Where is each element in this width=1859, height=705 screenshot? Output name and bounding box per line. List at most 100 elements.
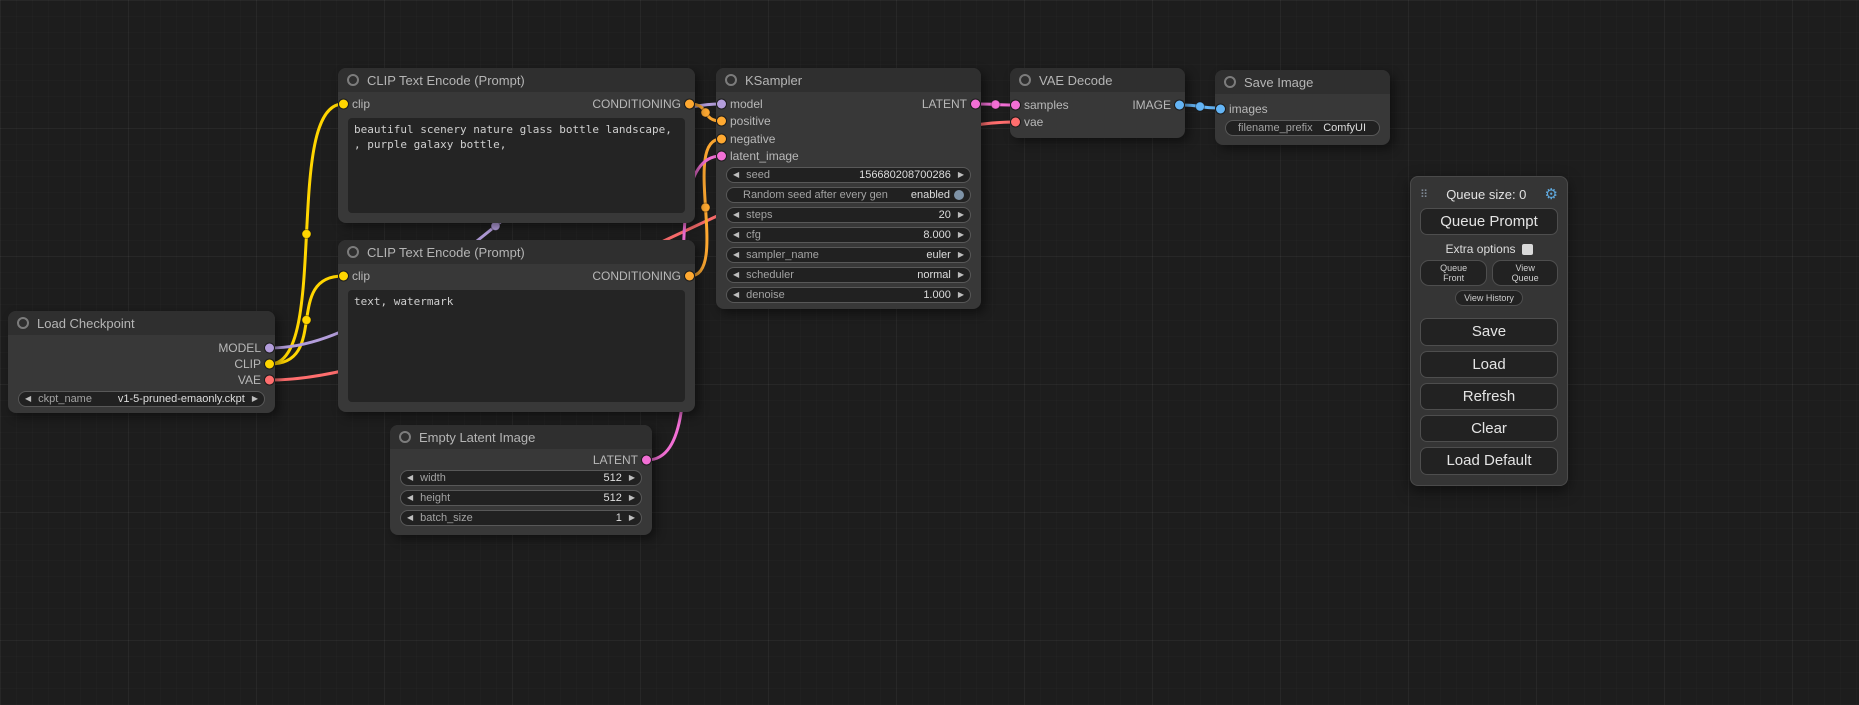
widget-filename-prefix[interactable]: filename_prefix ComfyUI [1225,120,1380,136]
decrement-arrow-icon[interactable]: ◀ [25,395,31,403]
input-slot-samples[interactable] [1011,100,1020,109]
node-title: VAE Decode [1039,73,1112,88]
increment-arrow-icon[interactable]: ▶ [958,211,964,219]
drag-handle-icon[interactable]: ⠿ [1420,188,1428,201]
input-label-clip: clip [352,97,370,111]
output-slot-vae[interactable] [265,376,274,385]
node-vae-decode[interactable]: VAE Decode samples IMAGE vae [1010,68,1185,138]
widget-label: batch_size [420,512,473,524]
input-label-clip: clip [352,269,370,283]
increment-arrow-icon[interactable]: ▶ [958,271,964,279]
widget-value: ComfyUI [1323,122,1366,134]
node-empty-latent-image[interactable]: Empty Latent Image LATENT ◀ width 512 ▶ … [390,425,652,535]
node-save-image[interactable]: Save Image images filename_prefix ComfyU… [1215,70,1390,145]
collapse-dot-icon[interactable] [725,74,737,86]
increment-arrow-icon[interactable]: ▶ [958,251,964,259]
widget-label: ckpt_name [38,393,92,405]
input-slot-negative[interactable] [717,134,726,143]
output-slot-model[interactable] [265,344,274,353]
decrement-arrow-icon[interactable]: ◀ [733,211,739,219]
increment-arrow-icon[interactable]: ▶ [629,514,635,522]
input-slot-clip[interactable] [339,272,348,281]
link-image-to-save-image [1180,102,1220,111]
decrement-arrow-icon[interactable]: ◀ [407,514,413,522]
increment-arrow-icon[interactable]: ▶ [252,395,258,403]
refresh-button[interactable]: Refresh [1420,383,1558,410]
view-queue-button[interactable]: View Queue [1492,260,1558,286]
decrement-arrow-icon[interactable]: ◀ [733,271,739,279]
widget-random-seed-toggle[interactable]: Random seed after every gen enabled [726,187,971,203]
collapse-dot-icon[interactable] [1224,76,1236,88]
widget-ckpt-name[interactable]: ◀ ckpt_name v1-5-pruned-emaonly.ckpt ▶ [18,391,265,407]
prompt-textarea[interactable]: beautiful scenery nature glass bottle la… [348,118,685,213]
widget-height[interactable]: ◀ height 512 ▶ [400,490,642,506]
decrement-arrow-icon[interactable]: ◀ [407,494,413,502]
node-titlebar[interactable]: Empty Latent Image [390,425,652,449]
widget-scheduler[interactable]: ◀ scheduler normal ▶ [726,267,971,283]
collapse-dot-icon[interactable] [399,431,411,443]
widget-width[interactable]: ◀ width 512 ▶ [400,470,642,486]
output-slot-conditioning[interactable] [685,100,694,109]
increment-arrow-icon[interactable]: ▶ [958,171,964,179]
input-slot-images[interactable] [1216,104,1225,113]
queue-prompt-button[interactable]: Queue Prompt [1420,208,1558,235]
clear-button[interactable]: Clear [1420,415,1558,442]
collapse-dot-icon[interactable] [347,74,359,86]
collapse-dot-icon[interactable] [347,246,359,258]
load-default-button[interactable]: Load Default [1420,447,1558,474]
widget-seed[interactable]: ◀ seed 156680208700286 ▶ [726,167,971,183]
output-slot-conditioning[interactable] [685,272,694,281]
settings-gear-icon[interactable]: ⚙ [1545,185,1558,203]
output-label-conditioning: CONDITIONING [592,97,681,111]
load-button[interactable]: Load [1420,351,1558,378]
input-slot-latent-image[interactable] [717,152,726,161]
node-titlebar[interactable]: CLIP Text Encode (Prompt) [338,68,695,92]
decrement-arrow-icon[interactable]: ◀ [733,231,739,239]
extra-options-checkbox[interactable] [1522,244,1533,255]
collapse-dot-icon[interactable] [17,317,29,329]
increment-arrow-icon[interactable]: ▶ [629,494,635,502]
node-titlebar[interactable]: VAE Decode [1010,68,1185,92]
view-history-button[interactable]: View History [1455,290,1523,306]
input-label-negative: negative [730,132,775,146]
save-button[interactable]: Save [1420,318,1558,345]
node-clip-text-encode-negative[interactable]: CLIP Text Encode (Prompt) clip CONDITION… [338,240,695,412]
decrement-arrow-icon[interactable]: ◀ [733,251,739,259]
input-slot-model[interactable] [717,99,726,108]
node-clip-text-encode-positive[interactable]: CLIP Text Encode (Prompt) clip CONDITION… [338,68,695,223]
output-slot-image[interactable] [1175,100,1184,109]
node-title: Empty Latent Image [419,430,535,445]
widget-sampler-name[interactable]: ◀ sampler_name euler ▶ [726,247,971,263]
output-slot-latent[interactable] [642,456,651,465]
widget-steps[interactable]: ◀ steps 20 ▶ [726,207,971,223]
increment-arrow-icon[interactable]: ▶ [958,291,964,299]
decrement-arrow-icon[interactable]: ◀ [733,291,739,299]
widget-label: cfg [746,229,761,241]
toggle-knob-icon[interactable] [954,190,964,200]
queue-front-button[interactable]: Queue Front [1420,260,1487,286]
input-slot-positive[interactable] [717,117,726,126]
decrement-arrow-icon[interactable]: ◀ [733,171,739,179]
widget-batch-size[interactable]: ◀ batch_size 1 ▶ [400,510,642,526]
node-titlebar[interactable]: Load Checkpoint [8,311,275,335]
input-slot-clip[interactable] [339,100,348,109]
input-slot-vae[interactable] [1011,118,1020,127]
node-titlebar[interactable]: KSampler [716,68,981,92]
node-load-checkpoint[interactable]: Load Checkpoint MODEL CLIP VAE ◀ ckpt_na… [8,311,275,413]
node-titlebar[interactable]: Save Image [1215,70,1390,94]
increment-arrow-icon[interactable]: ▶ [629,474,635,482]
output-slot-latent[interactable] [971,99,980,108]
decrement-arrow-icon[interactable]: ◀ [407,474,413,482]
node-titlebar[interactable]: CLIP Text Encode (Prompt) [338,240,695,264]
node-ksampler[interactable]: KSampler model LATENT positive negative … [716,68,981,309]
widget-denoise[interactable]: ◀ denoise 1.000 ▶ [726,287,971,303]
widget-label: filename_prefix [1238,122,1313,134]
widget-value: 1.000 [923,289,951,301]
prompt-textarea[interactable]: text, watermark [348,290,685,402]
widget-cfg[interactable]: ◀ cfg 8.000 ▶ [726,227,971,243]
widget-value: enabled [911,189,950,201]
collapse-dot-icon[interactable] [1019,74,1031,86]
queue-menu-panel: ⠿ Queue size: 0 ⚙ Queue Prompt Extra opt… [1410,176,1568,486]
increment-arrow-icon[interactable]: ▶ [958,231,964,239]
output-slot-clip[interactable] [265,360,274,369]
